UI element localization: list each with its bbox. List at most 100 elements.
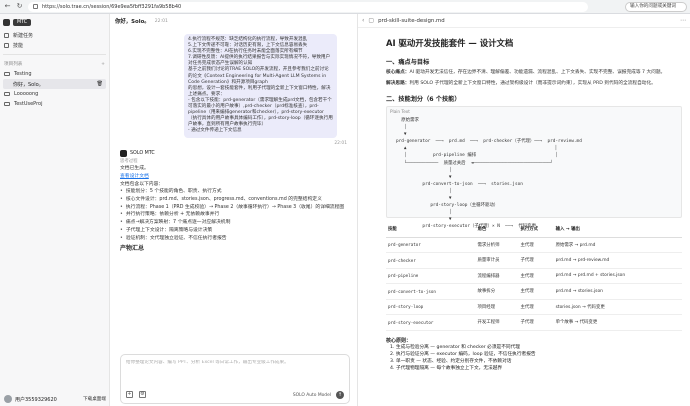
logo-icon — [3, 18, 10, 26]
flow-diagram-text: 原始需求 │ ▼ prd-generator ──→ prd.md ──→ pr… — [396, 118, 582, 230]
address-bar[interactable]: https://solo.trae.cn/session/69e9ea5fbff… — [28, 1, 588, 12]
lock-icon — [33, 4, 38, 9]
brand-badge[interactable]: MTC — [13, 18, 32, 26]
collapse-icon[interactable]: ‹ — [362, 17, 364, 24]
section-label: 项目列表 — [4, 62, 23, 67]
summary-list: 技能划分：5 个技能的角色、职责、执行方式 核心文件设计：prd.md、stor… — [120, 188, 347, 242]
table-cell: 原始需求 → prd.md — [553, 237, 682, 253]
chat-panel: 你好，Solo。 22:01 4.执行流程不规范：缺乏结构化的执行流程，导致开发… — [110, 14, 358, 406]
message-line: 基于之前我们讨论的TRAE SOLO的开发流程，开且参考我们之前讨论的论文《Co… — [188, 67, 329, 85]
table-cell: 流程编排器 — [475, 268, 519, 284]
search-box[interactable]: 输入你的问题或关键词 — [625, 1, 687, 12]
divider — [3, 54, 106, 55]
chat-header-time: 22:01 — [154, 18, 168, 24]
list-item: 执行流程：Phase 1（PRD 生成校验）→ Phase 2（故事循环执行）→… — [120, 204, 347, 212]
folder-icon — [4, 102, 10, 106]
message-line: 7.调研性反馈：AI提供的执行结果报告与实际实现情况不符，导致用户对任务完成状态… — [188, 55, 331, 67]
user-name[interactable]: 用户3559329620 — [15, 396, 57, 403]
sidebar-item-label: 技能 — [13, 42, 24, 49]
table-cell: 主代理 — [518, 299, 554, 315]
list-item: 核心文件设计：prd.md、stories.json、progress.md、c… — [120, 196, 347, 204]
download-desktop-link[interactable]: 下载桌面端 — [83, 396, 106, 402]
list-item: 子代理物理隔离 — 每个故事独立上下文，无法越界 — [396, 365, 686, 372]
message-time: 22:01 — [334, 140, 347, 146]
table-cell: 子代理 — [518, 252, 554, 269]
core-text: AI 驱动开发无法信任，存在边界不清、理解偏差、功能遗漏、流程混乱、上下文丢失、… — [409, 70, 666, 75]
table-cell: prd.md → prd.md + stories.json — [553, 268, 682, 284]
delete-icon[interactable]: 🗑 — [97, 81, 103, 87]
principles-label: 核心原则： — [386, 337, 412, 344]
agent-header: SOLO MTC — [110, 149, 357, 158]
doc-heading: 二、技能划分（6 个技能） — [386, 96, 461, 103]
table-row: prd-convert-to-json 故事拆分 主代理 prd.md → st… — [386, 283, 682, 300]
agent-name: SOLO MTC — [130, 150, 155, 156]
project-label: TestUseProj — [14, 101, 43, 107]
table-cell: 单个故事 → 代码变更 — [553, 314, 682, 331]
created-text: 文档已生成。 — [120, 166, 149, 172]
message-line: - 通过文件传递上下文信息 — [188, 128, 242, 134]
chat-header: 你好，Solo。 22:01 — [110, 14, 357, 28]
add-project-icon[interactable]: + — [101, 62, 105, 67]
table-cell: 开发工程师 — [475, 314, 519, 331]
user-message-bubble: 4.执行流程不规范：缺乏结构化的执行流程，导致开发混乱 5.上下文传递不可靠：对… — [184, 34, 337, 138]
chat-input-box: + ⚙ SOLO Auto Model ↑ — [120, 354, 350, 404]
back-icon[interactable]: ← — [3, 2, 12, 11]
skills-table: 技能 角色 执行方式 输入 → 输出 prd-generator 需求分析师 主… — [386, 222, 682, 331]
more-icon[interactable]: ⋯ — [680, 17, 686, 24]
table-cell: prd-pipeline — [386, 268, 476, 284]
skills-icon — [4, 42, 9, 48]
list-item: 痛点→解决方案映射：7 个痛点逐一对应解决机制 — [120, 219, 347, 227]
user-row: 用户3559329620 下载桌面端 — [0, 395, 110, 403]
input-toolbar: + ⚙ — [126, 391, 152, 398]
principles-block: 核心原则： 生成与检验分离 — generator 和 checker 必须是不… — [386, 337, 686, 373]
thinking-toggle[interactable]: 思考过程 — [120, 158, 347, 166]
file-icon: ▢ — [368, 17, 375, 24]
solution-label: 解决思路： — [386, 81, 410, 86]
project-testing[interactable]: Testing — [0, 69, 109, 79]
sidebar: MTC 新建任务 技能 项目列表 + Testing 你好，Solo。 🗑 Lo… — [0, 14, 110, 406]
refresh-icon[interactable]: ↻ — [15, 2, 24, 11]
doc-paragraph: 解决思路：利用 SOLO 子代理的全新上下文窗口特性，通过架构级设计（而非提示词… — [386, 80, 686, 87]
sidebar-item-skills[interactable]: 技能 — [0, 40, 109, 50]
list-item: 单一职责 — 状态、经验、约定分别存文件，不依赖对话 — [396, 358, 686, 365]
table-cell: prd-checker — [386, 252, 476, 269]
document-panel: ‹ ▢ prd-skill-suite-design.md ⋯ AI 驱动开发技… — [358, 14, 690, 406]
sidebar-item-label: 新建任务 — [13, 32, 34, 39]
table-cell: 主代理 — [518, 268, 554, 284]
new-task-icon — [4, 32, 9, 38]
folder-icon — [4, 92, 10, 96]
chat-title: 你好，Solo。 — [115, 19, 150, 25]
sidebar-item-new-task[interactable]: 新建任务 — [0, 30, 109, 40]
project-looooong[interactable]: Looooong — [0, 89, 109, 99]
brand-row: MTC — [0, 14, 109, 30]
doc-tab-title[interactable]: prd-skill-suite-design.md — [378, 18, 445, 24]
model-selector[interactable]: SOLO Auto Model — [293, 393, 331, 398]
list-item: 子代理上下文设计：隔离策略与设计决策 — [120, 227, 347, 235]
folder-icon — [4, 72, 10, 76]
attach-icon[interactable]: + — [126, 391, 133, 398]
table-cell: 主代理 — [518, 237, 554, 253]
doc-heading: 一、痛点与目标 — [386, 59, 430, 66]
table-row: prd-pipeline 流程编排器 主代理 prd.md → prd.md +… — [386, 268, 682, 284]
send-icon[interactable]: ↑ — [336, 391, 344, 399]
table-row: prd-story-executor 开发工程师 子代理 单个故事 → 代码变更 — [386, 314, 682, 331]
settings-icon[interactable]: ⚙ — [139, 391, 146, 398]
table-cell: 项目经理 — [475, 299, 519, 315]
list-item: 技能划分：5 个技能的角色、职责、执行方式 — [120, 188, 347, 196]
avatar[interactable] — [4, 395, 12, 403]
table-row: prd-story-loop 项目经理 主代理 stories.json → 代… — [386, 299, 682, 315]
list-item: 并行执行策略：依赖分析 + 无依赖故事并行 — [120, 211, 347, 219]
doc-paragraph: 核心痛点：AI 驱动开发无法信任，存在边界不清、理解偏差、功能遗漏、流程混乱、上… — [386, 69, 686, 76]
project-testuseproj[interactable]: TestUseProj — [0, 99, 109, 109]
chat-input[interactable] — [126, 360, 346, 365]
table-cell: 质量审计员 — [475, 252, 519, 269]
session-item[interactable]: 你好，Solo。 🗑 — [3, 79, 106, 89]
message-line: 的思想，设计一套技能套件，利用子代理的全新上下文窗口特性，解决上述痛点。要求： — [188, 85, 331, 97]
table-cell: 主代理 — [518, 283, 554, 300]
doc-tab-bar: ‹ ▢ prd-skill-suite-design.md ⋯ — [358, 14, 690, 28]
core-label: 核心痛点： — [386, 70, 410, 75]
view-doc-link[interactable]: 查看设计文档 — [120, 173, 347, 181]
code-lang-label: Plain Text — [390, 109, 410, 114]
doc-content: AI 驱动开发技能套件 — 设计文档 一、痛点与目标 核心痛点：AI 驱动开发无… — [358, 28, 690, 372]
table-cell: prd-story-executor — [386, 314, 476, 331]
